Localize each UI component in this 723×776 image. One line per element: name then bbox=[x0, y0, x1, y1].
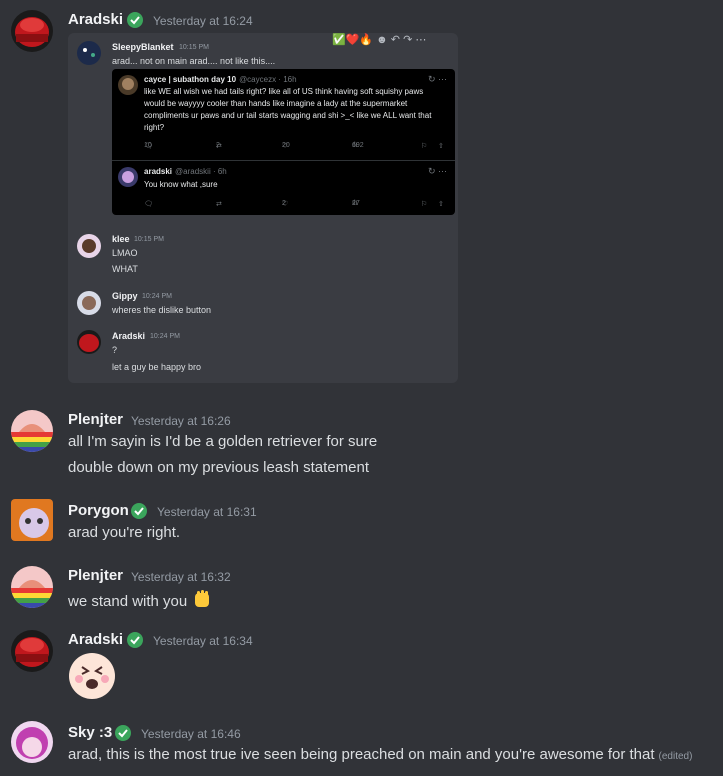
embed-time: 10:24 PM bbox=[142, 293, 172, 300]
tweet-menu-icon[interactable]: ↻ ⋯ bbox=[428, 74, 447, 85]
embed-text: let a guy be happy bro bbox=[112, 362, 202, 372]
scream-emoji-icon bbox=[69, 653, 115, 699]
avatar bbox=[77, 234, 101, 258]
bookmark-icon: ⚐ bbox=[421, 201, 428, 208]
share-icon: ⇧ bbox=[438, 201, 444, 208]
forward-icon: ↷ bbox=[403, 34, 413, 46]
embed-text: WHAT bbox=[112, 264, 138, 274]
username[interactable]: Plenjter bbox=[68, 567, 123, 584]
timestamp: Yesterday at 16:32 bbox=[131, 570, 231, 584]
avatar[interactable] bbox=[11, 499, 53, 541]
message: Aradski Yesterday at 16:24 ✅❤️🔥 ☻ ↶ ↷ ⋯ … bbox=[0, 0, 723, 390]
embed-username: Gippy bbox=[112, 291, 138, 301]
tweet-avatar bbox=[118, 167, 138, 187]
message-text: all I'm sayin is I'd be a golden retriev… bbox=[68, 433, 378, 450]
nitro-badge-icon bbox=[115, 725, 131, 741]
message: Aradski Yesterday at 16:34 bbox=[0, 620, 723, 705]
edited-label: (edited) bbox=[658, 751, 693, 762]
divider bbox=[112, 160, 455, 161]
embed-time: 10:15 PM bbox=[134, 236, 164, 243]
timestamp: Yesterday at 16:34 bbox=[153, 634, 253, 648]
embed-time: 10:24 PM bbox=[150, 333, 180, 340]
avatar[interactable] bbox=[11, 410, 53, 452]
nitro-badge-icon bbox=[127, 12, 143, 28]
timestamp: Yesterday at 16:46 bbox=[141, 727, 241, 741]
embed-username: Aradski bbox=[112, 331, 146, 341]
timestamp: Yesterday at 16:24 bbox=[153, 14, 253, 28]
raised-fist-icon bbox=[195, 590, 210, 607]
avatar bbox=[77, 41, 101, 65]
reactions: ✅❤️🔥 ☻ ↶ ↷ ⋯ bbox=[332, 34, 427, 46]
bookmark-icon: ⚐ bbox=[421, 143, 428, 150]
embed-text: LMAO bbox=[112, 248, 138, 258]
embed-text: ? bbox=[112, 345, 118, 355]
timestamp: Yesterday at 16:26 bbox=[131, 414, 231, 428]
username[interactable]: Plenjter bbox=[68, 411, 123, 428]
avatar[interactable] bbox=[11, 566, 53, 608]
more-icon: ⋯ bbox=[415, 34, 427, 46]
tweet-author: cayce | subathon day 10 @caycezx · 16h bbox=[144, 75, 297, 84]
tweet-author: aradski @aradskii · 6h bbox=[144, 167, 227, 176]
reply-icon: ↶ bbox=[390, 34, 401, 46]
message: Sky :3 Yesterday at 16:46 arad, this is … bbox=[0, 712, 723, 776]
reply-icon: 🗨 bbox=[144, 201, 153, 208]
nitro-badge-icon bbox=[131, 503, 147, 519]
avatar[interactable] bbox=[11, 630, 53, 672]
tweet-text: like WE all wish we had tails right? lik… bbox=[144, 87, 432, 132]
avatar bbox=[77, 291, 101, 315]
message-text: we stand with you bbox=[68, 589, 213, 611]
embed-text: wheres the dislike button bbox=[112, 305, 212, 315]
username[interactable]: Porygon bbox=[68, 502, 129, 519]
avatar bbox=[77, 330, 101, 354]
share-icon: ⇧ bbox=[438, 143, 444, 150]
smiley-icon: ☻ bbox=[376, 34, 388, 46]
message-text: arad, this is the most true ive seen bei… bbox=[68, 746, 693, 763]
timestamp: Yesterday at 16:31 bbox=[157, 505, 257, 519]
avatar[interactable] bbox=[11, 10, 53, 52]
message-text: arad you're right. bbox=[68, 524, 181, 541]
embed-username: klee bbox=[112, 234, 130, 244]
message: Plenjter Yesterday at 16:32 we stand wit… bbox=[0, 556, 723, 616]
embed-username: SleepyBlanket bbox=[112, 42, 174, 52]
tweet-menu-icon[interactable]: ↻ ⋯ bbox=[428, 166, 447, 177]
message: Porygon Yesterday at 16:31 arad you're r… bbox=[0, 490, 723, 546]
message: Plenjter Yesterday at 16:26 all I'm sayi… bbox=[0, 400, 723, 480]
retweet-icon: ⇄ bbox=[216, 201, 222, 208]
embed-text: arad... not on main arad.... not like th… bbox=[112, 56, 276, 66]
tweet-embed: cayce | subathon day 10 @caycezx · 16h ↻ … bbox=[112, 69, 455, 215]
avatar[interactable] bbox=[11, 721, 53, 763]
tweet-avatar bbox=[118, 75, 138, 95]
username[interactable]: Sky :3 bbox=[68, 724, 112, 741]
username[interactable]: Aradski bbox=[68, 11, 123, 28]
message-text: double down on my previous leash stateme… bbox=[68, 459, 370, 476]
embedded-screenshot[interactable]: ✅❤️🔥 ☻ ↶ ↷ ⋯ SleepyBlanket 10:15 PM arad… bbox=[68, 33, 458, 383]
nitro-badge-icon bbox=[127, 632, 143, 648]
username[interactable]: Aradski bbox=[68, 631, 123, 648]
embed-time: 10:15 PM bbox=[179, 44, 209, 51]
tweet-text: You know what ,sure bbox=[144, 180, 218, 189]
